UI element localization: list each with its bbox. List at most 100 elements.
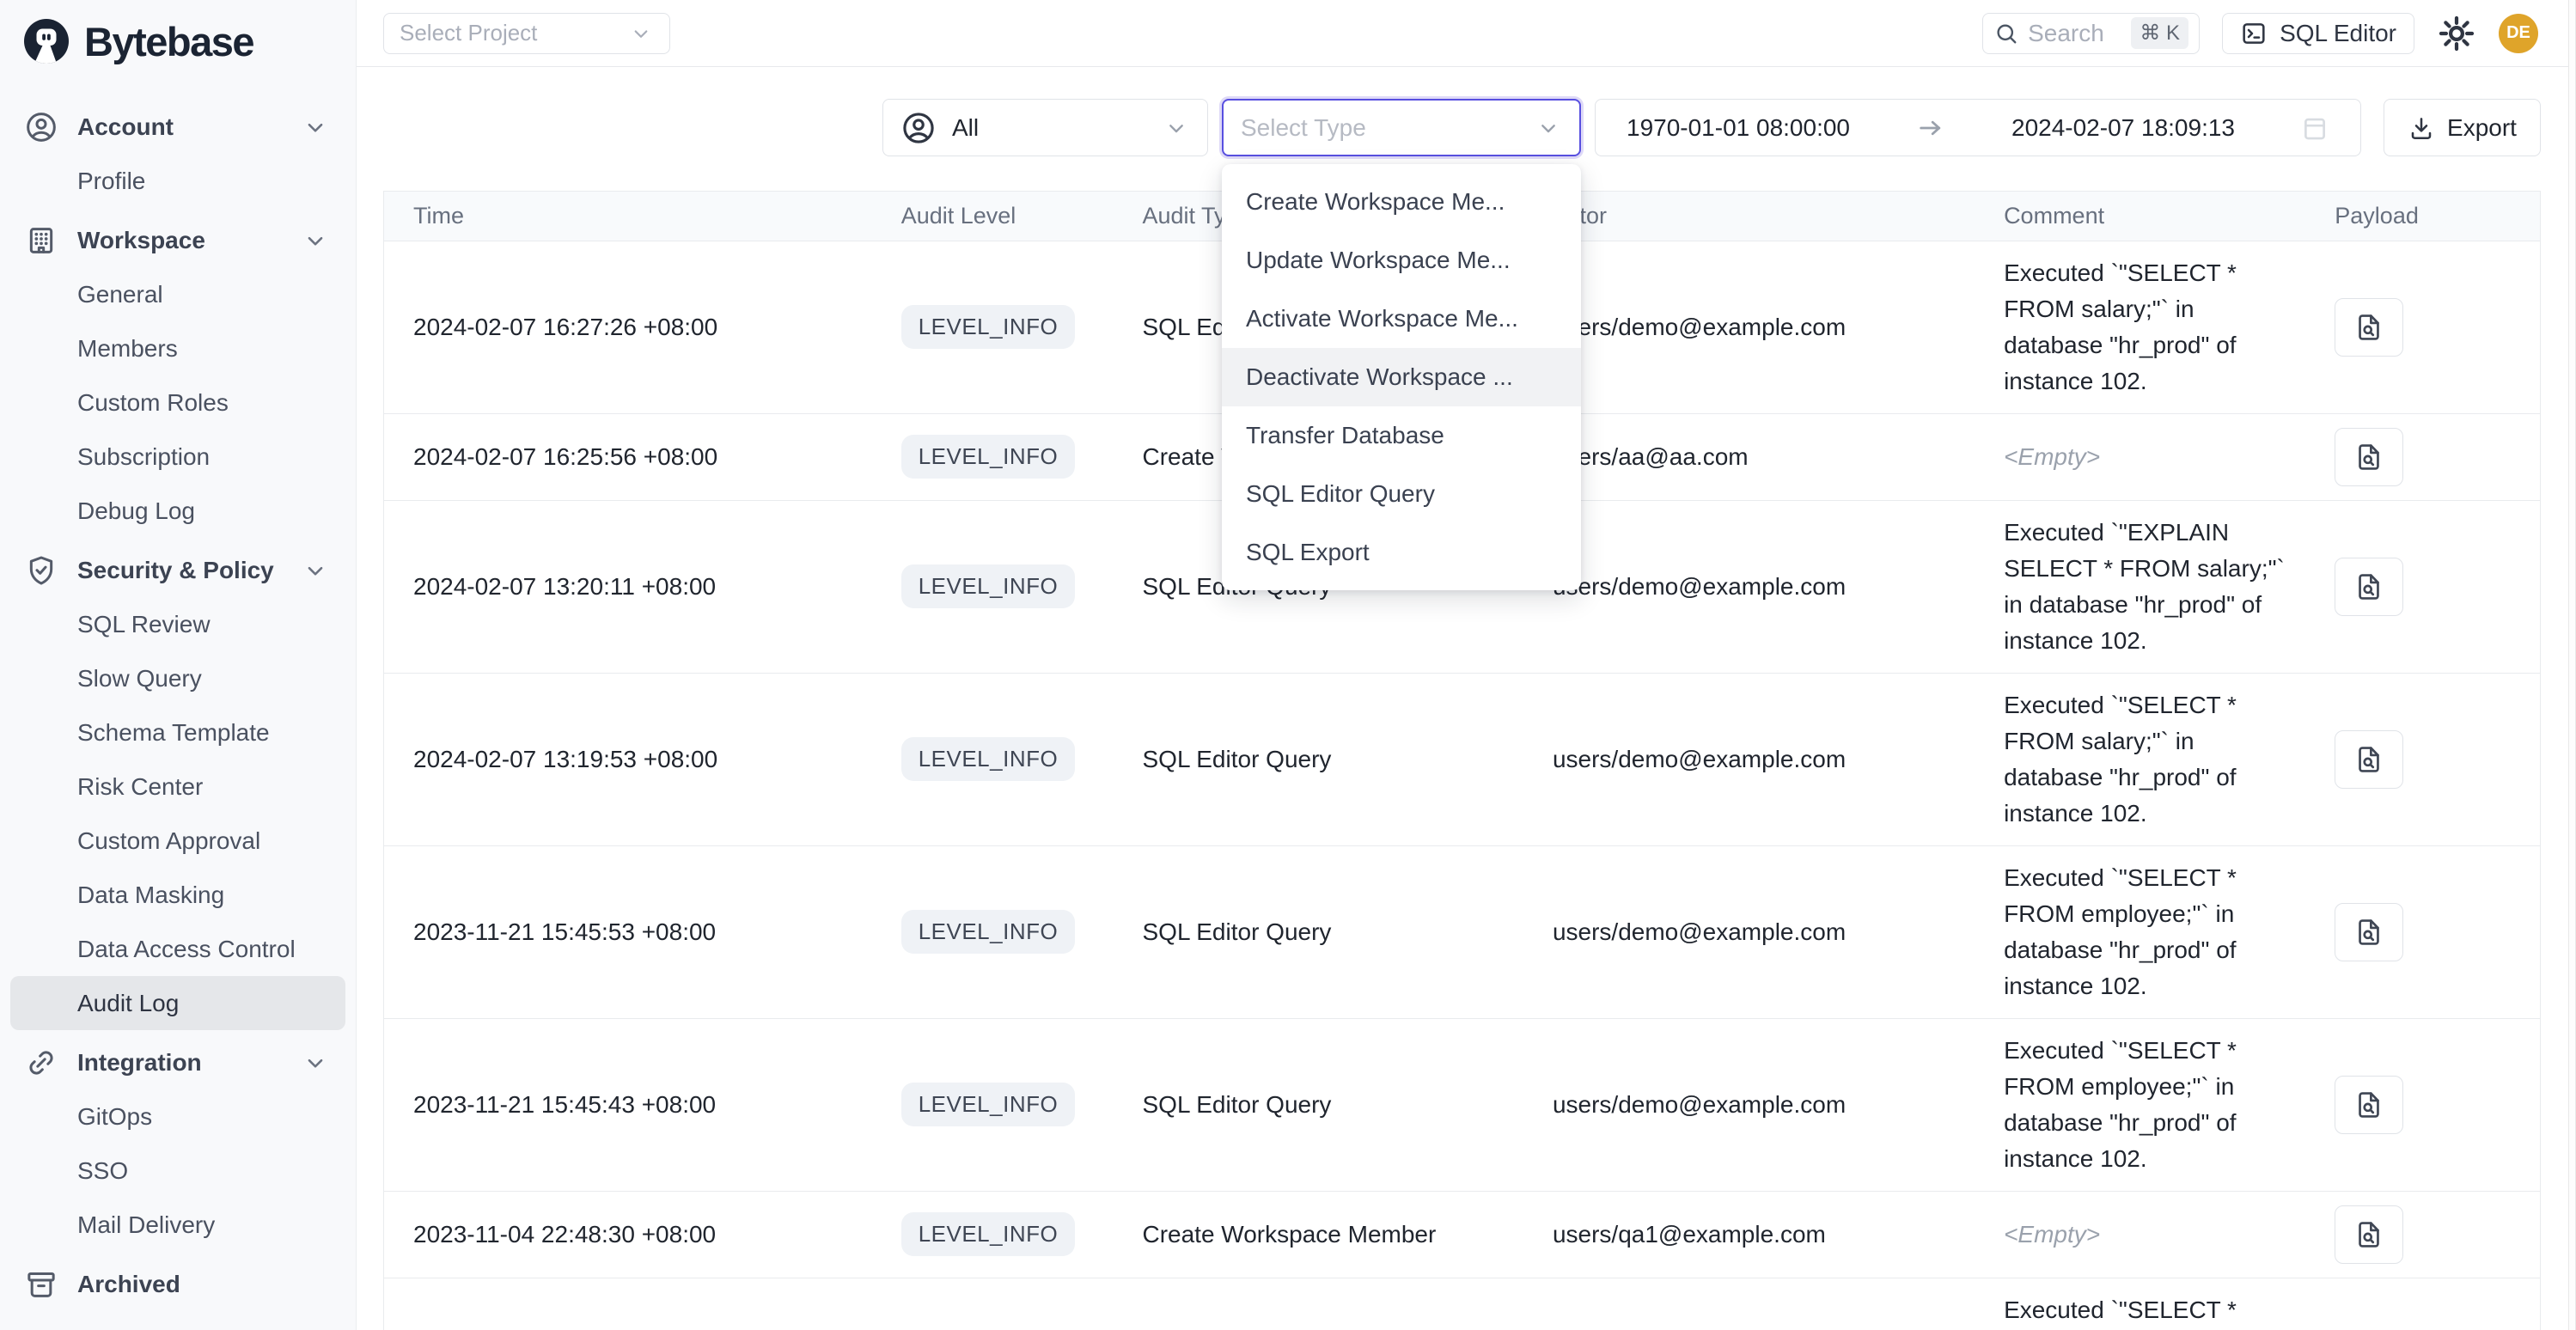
col-header-audit-level: Audit Level [872, 192, 1114, 241]
payload-view-button[interactable] [2335, 558, 2403, 616]
sidebar-item-archived[interactable]: Archived [10, 1257, 345, 1311]
cell-time: 2023-11-04 01:06:24 +08:00 [384, 1278, 872, 1330]
file-search-icon [2353, 1218, 2385, 1251]
sidebar-item-label: Risk Center [77, 773, 203, 801]
sidebar-item-general[interactable]: General [10, 267, 345, 321]
cell-time: 2023-11-21 15:45:43 +08:00 [384, 1018, 872, 1191]
type-menu-item-sql-editor-query[interactable]: SQL Editor Query [1222, 465, 1581, 523]
sidebar-item-members[interactable]: Members [10, 321, 345, 375]
cell-audit-level: LEVEL_INFO [872, 413, 1114, 500]
shield-check-icon [24, 553, 58, 588]
file-search-icon [2353, 916, 2385, 949]
type-filter-select[interactable]: Select Type [1222, 99, 1581, 156]
avatar[interactable]: DE [2499, 14, 2538, 53]
sidebar-item-label: General [77, 281, 163, 308]
sidebar-item-workspace[interactable]: Workspace [10, 213, 345, 267]
sidebar-item-integration[interactable]: Integration [10, 1035, 345, 1089]
topbar: Select Project Search ⌘ K SQL Editor DE [357, 0, 2576, 67]
sidebar-item-mail-delivery[interactable]: Mail Delivery [10, 1198, 345, 1252]
table-row: 2024-02-07 13:19:53 +08:00 LEVEL_INFO SQ… [384, 673, 2540, 845]
search-input[interactable]: Search ⌘ K [1982, 13, 2200, 54]
type-menu-item-transfer-database[interactable]: Transfer Database [1222, 406, 1581, 465]
actor-filter-value: All [952, 114, 1163, 142]
sidebar-item-security-policy[interactable]: Security & Policy [10, 543, 345, 597]
cell-audit-level: LEVEL_INFO [872, 845, 1114, 1018]
cell-actor: users/demo@example.com [1523, 500, 1975, 673]
sidebar-item-sql-review[interactable]: SQL Review [10, 597, 345, 651]
sidebar-item-label: Account [77, 113, 174, 141]
sidebar-item-account[interactable]: Account [10, 100, 345, 154]
chevron-down-icon [301, 113, 330, 142]
sidebar-item-audit-log[interactable]: Audit Log [10, 976, 345, 1030]
date-range-picker[interactable]: 1970-01-01 08:00:00 2024-02-07 18:09:13 [1595, 99, 2361, 156]
vertical-scrollbar[interactable] [2568, 0, 2576, 1330]
chevron-down-icon [1535, 114, 1562, 142]
cell-payload [2305, 241, 2540, 413]
sidebar-item-label: Debug Log [77, 497, 195, 525]
sql-editor-button[interactable]: SQL Editor [2222, 13, 2414, 54]
app-root: Bytebase Account Profile Workspace General M… [0, 0, 2576, 1330]
file-search-icon [2353, 1089, 2385, 1121]
col-header-comment: Comment [1975, 192, 2305, 241]
project-select[interactable]: Select Project [383, 13, 670, 54]
cell-audit-type: Create Workspace Member [1113, 1191, 1523, 1278]
sidebar-item-label: Integration [77, 1049, 202, 1077]
date-range-start: 1970-01-01 08:00:00 [1627, 114, 1850, 142]
payload-view-button[interactable] [2335, 1076, 2403, 1134]
sidebar-item-custom-approval[interactable]: Custom Approval [10, 814, 345, 868]
file-search-icon [2353, 441, 2385, 473]
sidebar-item-label: SSO [77, 1157, 128, 1185]
brand-logo[interactable]: Bytebase [0, 0, 356, 82]
cell-comment: Executed `"SELECT * FROM employee;"` in … [1975, 845, 2305, 1018]
sidebar-item-label: GitOps [77, 1103, 152, 1131]
type-menu-item-deactivate-workspace[interactable]: Deactivate Workspace ... [1222, 348, 1581, 406]
comment-text: Executed `"SELECT * FROM employee;"` in … [2004, 1033, 2286, 1177]
cell-payload [2305, 413, 2540, 500]
sidebar-item-gitops[interactable]: GitOps [10, 1089, 345, 1144]
sidebar-item-schema-template[interactable]: Schema Template [10, 705, 345, 760]
cell-audit-level: LEVEL_INFO [872, 1018, 1114, 1191]
cell-payload [2305, 1191, 2540, 1278]
sidebar-item-data-access-control[interactable]: Data Access Control [10, 922, 345, 976]
actor-filter-select[interactable]: All [882, 99, 1208, 156]
type-menu-item-activate-workspace-me[interactable]: Activate Workspace Me... [1222, 290, 1581, 348]
sidebar-item-label: Data Access Control [77, 936, 296, 963]
sidebar-item-risk-center[interactable]: Risk Center [10, 760, 345, 814]
audit-level-badge: LEVEL_INFO [901, 435, 1076, 479]
sidebar-item-sso[interactable]: SSO [10, 1144, 345, 1198]
cell-actor: users/aa@aa.com [1523, 413, 1975, 500]
table-row: 2023-11-21 15:45:53 +08:00 LEVEL_INFO SQ… [384, 845, 2540, 1018]
payload-view-button[interactable] [2335, 428, 2403, 486]
cell-comment: <Empty> [1975, 413, 2305, 500]
export-button[interactable]: Export [2384, 99, 2541, 156]
sidebar-item-debug-log[interactable]: Debug Log [10, 484, 345, 538]
payload-view-button[interactable] [2335, 730, 2403, 789]
sidebar-item-label: Workspace [77, 227, 205, 254]
type-menu-item-sql-export[interactable]: SQL Export [1222, 523, 1581, 582]
payload-view-button[interactable] [2335, 298, 2403, 357]
table-row: 2023-11-21 15:45:43 +08:00 LEVEL_INFO SQ… [384, 1018, 2540, 1191]
comment-text: Executed `"SELECT * FROM salary;"` in da… [2004, 687, 2286, 832]
type-menu-item-update-workspace-me[interactable]: Update Workspace Me... [1222, 231, 1581, 290]
type-menu-item-create-workspace-me[interactable]: Create Workspace Me... [1222, 173, 1581, 231]
download-icon [2408, 114, 2435, 142]
table-row: 2023-11-04 01:06:24 +08:00 LEVEL_INFO SQ… [384, 1278, 2540, 1330]
sidebar-item-label: Mail Delivery [77, 1211, 215, 1239]
payload-view-button[interactable] [2335, 1205, 2403, 1264]
sidebar-item-profile[interactable]: Profile [10, 154, 345, 208]
cell-audit-level: LEVEL_INFO [872, 673, 1114, 845]
user-circle-icon [900, 110, 937, 146]
sidebar-item-data-masking[interactable]: Data Masking [10, 868, 345, 922]
payload-view-button[interactable] [2335, 903, 2403, 961]
gear-icon[interactable] [2437, 14, 2476, 53]
calendar-icon [2300, 113, 2329, 143]
sidebar-item-subscription[interactable]: Subscription [10, 430, 345, 484]
type-filter-dropdown-menu: Create Workspace Me...Update Workspace M… [1222, 164, 1581, 590]
col-header-payload: Payload [2305, 192, 2540, 241]
comment-text: <Empty> [2004, 1217, 2286, 1253]
sidebar-item-slow-query[interactable]: Slow Query [10, 651, 345, 705]
file-search-icon [2353, 743, 2385, 776]
sidebar-item-custom-roles[interactable]: Custom Roles [10, 375, 345, 430]
brand-name: Bytebase [84, 18, 253, 65]
type-filter-placeholder: Select Type [1241, 114, 1535, 142]
